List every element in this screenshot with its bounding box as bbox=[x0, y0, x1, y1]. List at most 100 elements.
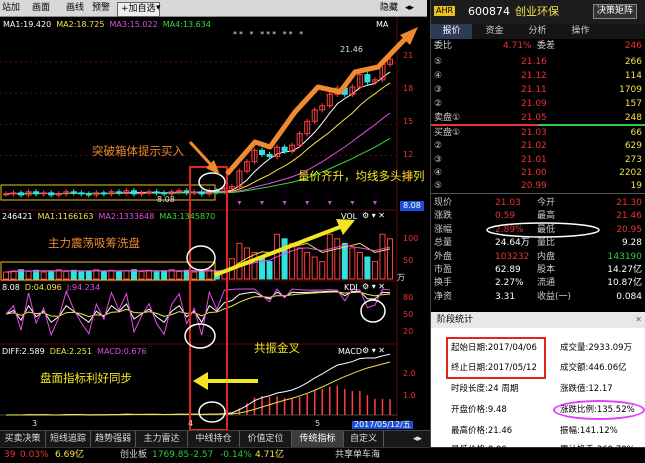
buy-price: 21.01 bbox=[521, 154, 547, 165]
tab-analysis[interactable]: 分析 bbox=[517, 24, 558, 39]
stage-statistics: 阶段统计 ✕ 起始日期:2017/04/06 终止日期:2017/05/12 成… bbox=[431, 312, 645, 454]
y-tick-12: 12 bbox=[403, 150, 414, 159]
status-market[interactable]: 共享单车海 bbox=[335, 451, 380, 460]
candle bbox=[259, 149, 265, 155]
max-price-label: 21.46 bbox=[340, 45, 363, 54]
vol-tick-100: 100 bbox=[403, 234, 419, 243]
add-watchlist-button[interactable]: +加自选 bbox=[117, 2, 160, 17]
sell-volume: 157 bbox=[624, 99, 642, 109]
quote-label: 涨跌 bbox=[434, 211, 453, 222]
quote-value-2: 20.95 bbox=[616, 224, 642, 235]
candle bbox=[78, 192, 85, 195]
candle bbox=[183, 190, 190, 194]
macd-tick-1: 1.0 bbox=[403, 391, 416, 400]
tab-value[interactable]: 价值定位 bbox=[240, 431, 292, 447]
volume-bar bbox=[198, 270, 205, 280]
vol-ma1: MA1:1166163 bbox=[37, 212, 94, 221]
sell-price: 21.09 bbox=[521, 99, 547, 109]
kdj-tick-20: 20 bbox=[403, 327, 414, 336]
quote-value-2: 14.27亿 bbox=[607, 265, 642, 275]
sell-level-label: ⑤ bbox=[434, 57, 443, 67]
scroll-arrows-icon[interactable]: ◂▸ bbox=[405, 2, 414, 15]
stock-header: AHR 600874 创业环保 决策矩阵 bbox=[431, 0, 645, 24]
volume-bar bbox=[85, 270, 92, 280]
sell-volume: 266 bbox=[624, 57, 642, 67]
y-tick-18: 18 bbox=[403, 84, 414, 93]
quote-label: 净资 bbox=[434, 291, 453, 302]
current-price-tag: 8.08 bbox=[400, 201, 424, 211]
stat-open: 开盘价格:9.48 bbox=[451, 405, 507, 415]
sell-price: 21.16 bbox=[521, 57, 547, 67]
tab-trend[interactable]: 趋势强弱 bbox=[91, 431, 136, 447]
macd-label: MACD bbox=[338, 347, 362, 356]
x-tick-4: 4 bbox=[188, 419, 194, 428]
buy-price: 21.03 bbox=[521, 128, 547, 138]
tab-operation[interactable]: 操作 bbox=[560, 24, 601, 39]
tab-mid-hold[interactable]: 中线持仓 bbox=[188, 431, 240, 447]
candle bbox=[85, 193, 92, 196]
signal-marks: ** * *** ** * bbox=[233, 30, 306, 39]
annotation-volume-rise: 量价齐升，均线多头排列 bbox=[298, 169, 425, 183]
quote-row: 市盈 62.89 股本 14.27亿 bbox=[431, 264, 645, 277]
tab-trade-decision[interactable]: 买卖决策 bbox=[0, 431, 46, 447]
buy-volume: 66 bbox=[630, 128, 642, 138]
menu-screen[interactable]: 画面 bbox=[32, 2, 50, 15]
volume-bar bbox=[183, 269, 190, 280]
stat-amplitude: 振幅:141.12% bbox=[560, 426, 618, 436]
buy-level-label: 买盘① bbox=[434, 128, 461, 138]
menu-draw[interactable]: 画线 bbox=[66, 2, 84, 15]
quote-row: 现价 21.03 今开 21.30 bbox=[431, 197, 645, 210]
annotation-shakeout: 主力震荡吸筹洗盘 bbox=[48, 236, 140, 250]
candle bbox=[364, 74, 371, 83]
sell-price: 21.12 bbox=[521, 71, 547, 81]
quote-panel: AHR 600874 创业环保 决策矩阵 报价 资金 分析 操作 委比 4.71… bbox=[430, 0, 645, 454]
y-tick-21: 21 bbox=[403, 51, 414, 60]
macd-gear-icon[interactable]: ⚙ ▾ ✕ bbox=[362, 347, 385, 355]
quote-row: ② 21.09 157 bbox=[431, 98, 645, 111]
sell-volume: 1709 bbox=[619, 85, 642, 95]
ma-indicator-label: MA bbox=[376, 20, 389, 29]
vol-legend: 246421 MA1:1166163 MA2:1333648 MA3:13458… bbox=[2, 213, 215, 221]
stat-volume: 成交量:2933.09万 bbox=[560, 343, 633, 353]
stage-close-icon[interactable]: ✕ bbox=[635, 316, 642, 324]
volume-bar bbox=[266, 261, 273, 280]
ma-legend: MA1:19.420 MA2:18.725 MA3:15.022 MA4:13.… bbox=[3, 21, 211, 29]
tab-funds[interactable]: 资金 bbox=[474, 24, 515, 39]
buy-volume: 19 bbox=[630, 181, 642, 192]
quote-label-2: 内盘 bbox=[537, 251, 556, 262]
kdj-tick-50: 50 bbox=[403, 310, 414, 319]
kdj-j-value: J:94.234 bbox=[66, 283, 100, 292]
buy-volume: 273 bbox=[624, 154, 642, 165]
tab-traditional[interactable]: 传统指标 bbox=[292, 431, 344, 447]
volume-bar bbox=[48, 270, 55, 280]
quote-value: 24.64万 bbox=[495, 238, 530, 249]
menu-station[interactable]: 站加 bbox=[2, 2, 20, 15]
annotation-breakout: 突破箱体提示买入 bbox=[92, 144, 184, 158]
buy-price: 21.02 bbox=[521, 141, 547, 152]
quote-label: 换手 bbox=[434, 278, 453, 289]
stat-rise: 涨跌值:12.17 bbox=[560, 384, 613, 394]
tab-custom[interactable]: 自定义 bbox=[344, 431, 384, 447]
candle bbox=[70, 191, 77, 194]
ma1-value: MA1:19.420 bbox=[3, 20, 52, 29]
volume-bar bbox=[70, 269, 77, 280]
cursor-date: 2017/05/12/五 bbox=[352, 420, 413, 429]
y-tick-15: 15 bbox=[403, 117, 414, 126]
quote-value: 21.03 bbox=[495, 198, 521, 208]
status-index1: 39 bbox=[4, 450, 16, 460]
quote-label: 涨幅 bbox=[434, 224, 453, 235]
vol-value: 246421 bbox=[2, 212, 33, 221]
status-bar: 39 0.03% 6.69亿 创业板 1769.85 -2.57 -0.14% … bbox=[0, 447, 645, 463]
tab-scroll-icon[interactable]: ◂▸ bbox=[405, 431, 430, 447]
annotation-resonance: 共振金叉 bbox=[254, 341, 300, 355]
tab-short-track[interactable]: 短线追踪 bbox=[46, 431, 91, 447]
tab-main-radar[interactable]: 主力雷达 bbox=[136, 431, 188, 447]
menu-alert[interactable]: 预警 bbox=[92, 2, 110, 15]
sell-level-label: ② bbox=[434, 99, 443, 109]
tab-quote[interactable]: 报价 bbox=[431, 24, 472, 39]
dropdown-icon[interactable]: ▾ bbox=[156, 2, 161, 15]
settings-gear-icon[interactable]: ⚙ ▾ ✕ bbox=[362, 212, 385, 220]
kdj-gear-icon[interactable]: ⚙ ▾ ✕ bbox=[362, 283, 385, 291]
hide-button[interactable]: 隐藏 bbox=[380, 2, 398, 15]
decision-matrix-button[interactable]: 决策矩阵 bbox=[593, 4, 638, 19]
